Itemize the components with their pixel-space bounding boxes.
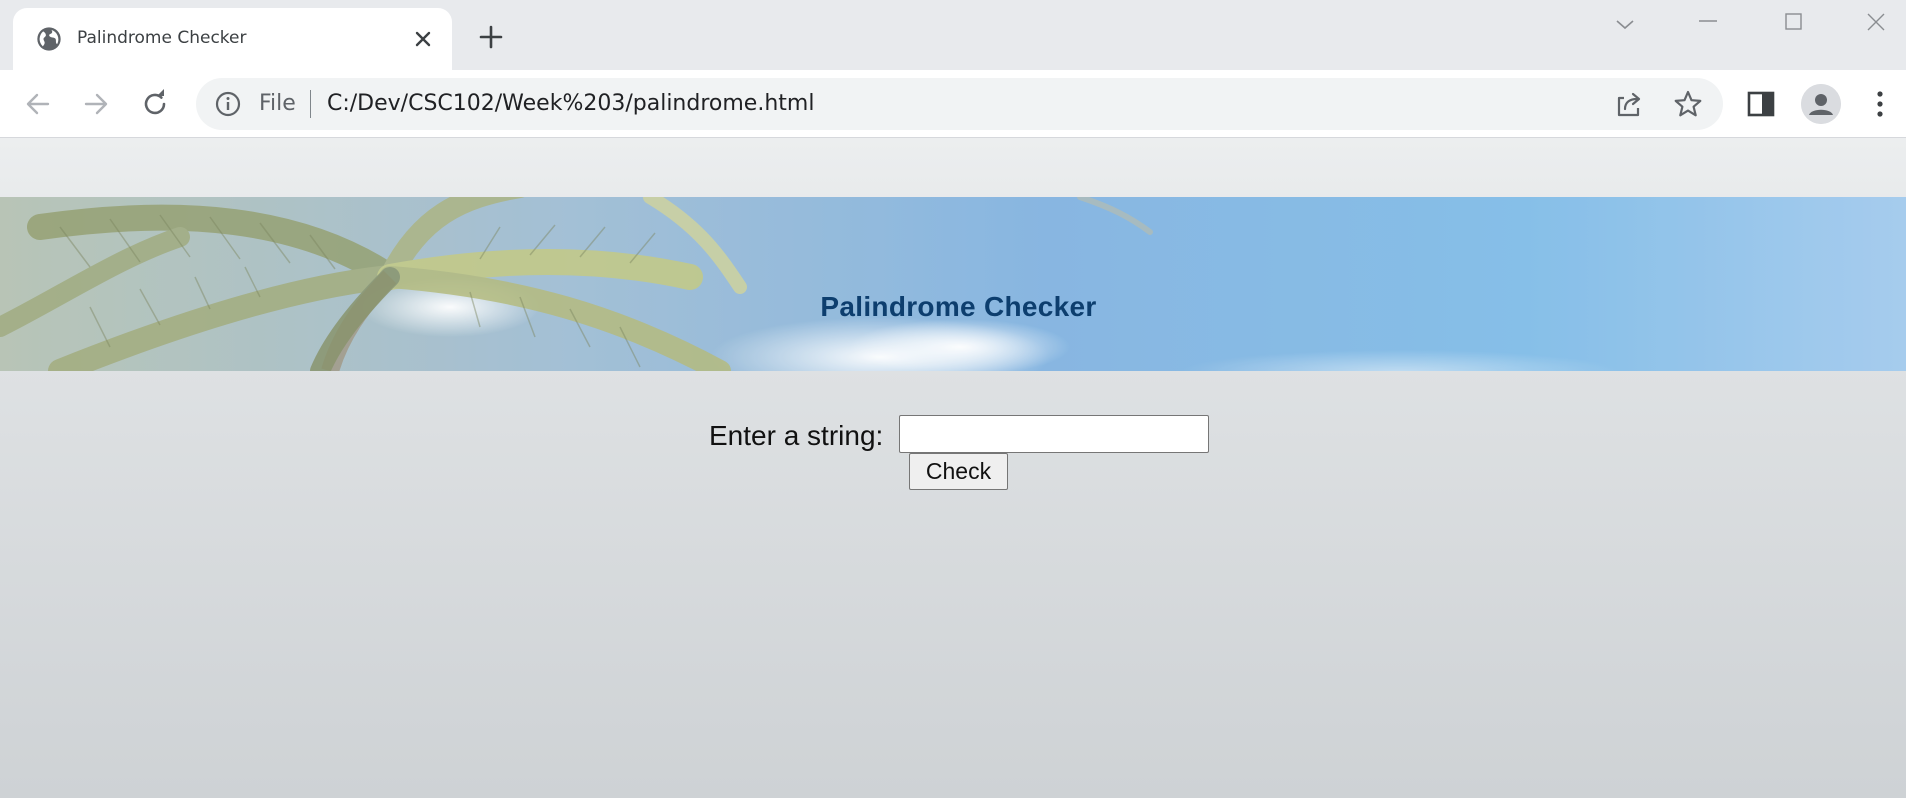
arrow-left-icon[interactable] <box>20 86 56 122</box>
share-icon[interactable] <box>1613 88 1645 120</box>
minimize-icon[interactable] <box>1690 6 1726 42</box>
maximize-icon[interactable] <box>1775 6 1811 42</box>
page-viewport: Palindrome Checker Enter a string: Check <box>0 138 1906 798</box>
kebab-menu-icon[interactable] <box>1862 86 1898 122</box>
tab-palindrome-checker[interactable]: Palindrome Checker <box>13 8 452 70</box>
chevron-down-icon[interactable] <box>1607 6 1643 42</box>
info-icon[interactable] <box>214 90 242 118</box>
url-text[interactable]: C:/Dev/CSC102/Week%203/palindrome.html <box>327 91 814 116</box>
page-title: Palindrome Checker <box>820 291 1097 322</box>
plus-icon[interactable] <box>476 22 506 52</box>
close-icon[interactable] <box>408 24 438 54</box>
url-scheme-label: File <box>259 91 296 116</box>
arrow-right-icon[interactable] <box>78 86 114 122</box>
tab-title: Palindrome Checker <box>77 28 247 48</box>
check-button[interactable]: Check <box>909 453 1008 490</box>
side-panel-icon[interactable] <box>1743 86 1779 122</box>
palm-tree-background-image <box>0 197 1906 371</box>
string-input[interactable] <box>899 415 1209 453</box>
reload-icon[interactable] <box>137 86 173 122</box>
close-icon[interactable] <box>1858 6 1894 42</box>
divider <box>310 90 311 118</box>
star-icon[interactable] <box>1672 88 1704 120</box>
browser-toolbar: File C:/Dev/CSC102/Week%203/palindrome.h… <box>0 70 1906 138</box>
header-banner: Palindrome Checker <box>0 197 1906 371</box>
globe-icon <box>35 25 63 53</box>
tab-strip: Palindrome Checker <box>0 0 1906 70</box>
browser-window: Palindrome Checker File C:/Dev/CSC102/We… <box>0 0 1906 798</box>
avatar-icon[interactable] <box>1801 84 1841 124</box>
address-bar[interactable]: File C:/Dev/CSC102/Week%203/palindrome.h… <box>196 78 1723 130</box>
string-input-label: Enter a string: <box>709 420 884 451</box>
